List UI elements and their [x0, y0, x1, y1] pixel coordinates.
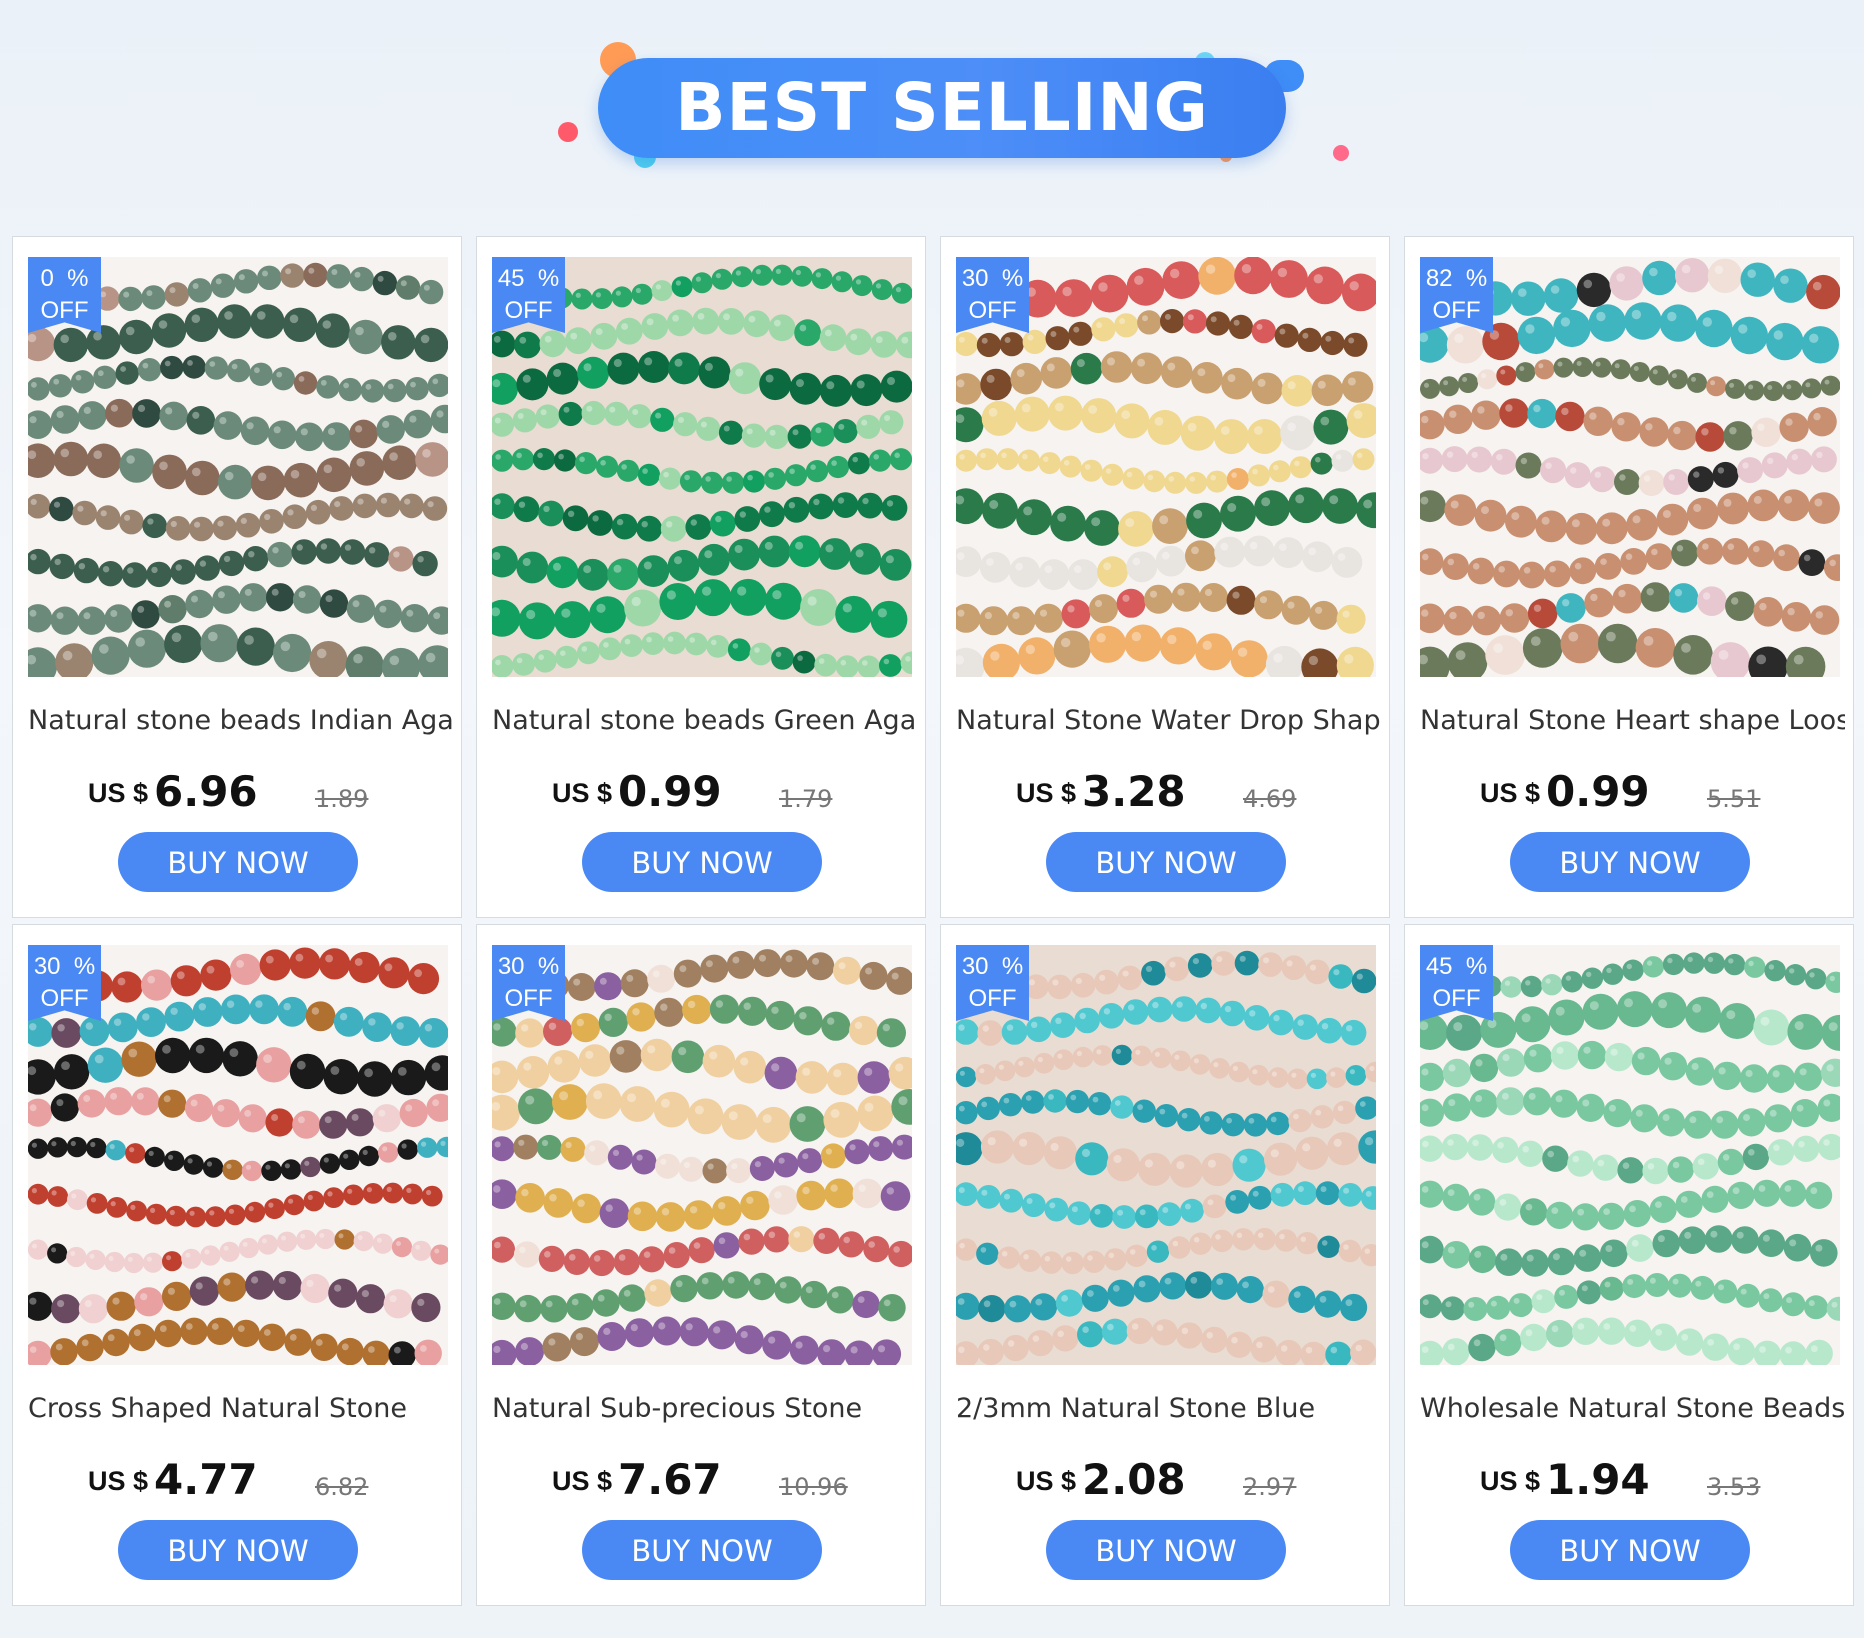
currency-label: US $	[88, 1466, 149, 1496]
product-price: US $0.99	[552, 767, 722, 827]
discount-off-label: OFF	[40, 297, 89, 324]
discount-badge: 82 % OFF	[1420, 257, 1493, 333]
currency-label: US $	[1016, 778, 1077, 808]
product-price: US $1.94	[1480, 1455, 1650, 1515]
buy-now-button[interactable]: BUY NOW	[1510, 832, 1750, 892]
product-title[interactable]: Cross Shaped Natural Stone	[28, 1393, 453, 1433]
product-card[interactable]: 82 % OFF Natural Stone Heart shape Loose…	[1404, 236, 1854, 918]
product-title[interactable]: 2/3mm Natural Stone Blue	[956, 1393, 1381, 1433]
product-price: US $4.77	[88, 1455, 258, 1515]
currency-label: US $	[552, 1466, 613, 1496]
discount-off-label: OFF	[1432, 985, 1481, 1012]
discount-off-label: OFF	[504, 297, 553, 324]
product-card[interactable]: 30 % OFF 2/3mm Natural Stone Blue US $2.…	[940, 924, 1390, 1606]
discount-badge: 30 % OFF	[956, 945, 1029, 1021]
discount-percent: 30 %	[961, 265, 1024, 292]
buy-now-button[interactable]: BUY NOW	[582, 832, 822, 892]
currency-label: US $	[88, 778, 149, 808]
discount-badge: 30 % OFF	[28, 945, 101, 1021]
discount-off-label: OFF	[504, 985, 553, 1012]
original-price: 3.53	[1707, 1473, 1761, 1501]
best-selling-banner: BEST SELLING	[0, 0, 1864, 230]
discount-percent: 30 %	[33, 953, 96, 980]
discount-badge: 0 % OFF	[28, 257, 101, 333]
price-value: 0.99	[618, 767, 722, 816]
discount-badge: 30 % OFF	[492, 945, 565, 1021]
discount-badge: 30 % OFF	[956, 257, 1029, 333]
buy-now-button[interactable]: BUY NOW	[582, 1520, 822, 1580]
price-value: 2.08	[1082, 1455, 1186, 1504]
banner-title: BEST SELLING	[675, 69, 1209, 146]
discount-percent: 30 %	[497, 953, 560, 980]
product-title[interactable]: Natural stone beads Indian Agat	[28, 705, 453, 745]
discount-off-label: OFF	[1432, 297, 1481, 324]
price-value: 3.28	[1082, 767, 1186, 816]
product-card[interactable]: 30 % OFF Natural Stone Water Drop Shape …	[940, 236, 1390, 918]
currency-label: US $	[1480, 1466, 1541, 1496]
product-price: US $6.96	[88, 767, 258, 827]
product-title[interactable]: Natural Sub-precious Stone	[492, 1393, 917, 1433]
product-price: US $2.08	[1016, 1455, 1186, 1515]
product-card[interactable]: 45 % OFF Wholesale Natural Stone Beads U…	[1404, 924, 1854, 1606]
product-price: US $0.99	[1480, 767, 1650, 827]
buy-now-button[interactable]: BUY NOW	[118, 832, 358, 892]
buy-now-button[interactable]: BUY NOW	[1510, 1520, 1750, 1580]
price-value: 1.94	[1546, 1455, 1650, 1504]
currency-label: US $	[1480, 778, 1541, 808]
discount-off-label: OFF	[968, 985, 1017, 1012]
currency-label: US $	[1016, 1466, 1077, 1496]
buy-now-button[interactable]: BUY NOW	[118, 1520, 358, 1580]
discount-off-label: OFF	[40, 985, 89, 1012]
original-price: 2.97	[1243, 1473, 1297, 1501]
product-card[interactable]: 30 % OFF Cross Shaped Natural Stone US $…	[12, 924, 462, 1606]
product-title[interactable]: Wholesale Natural Stone Beads	[1420, 1393, 1845, 1433]
product-price: US $7.67	[552, 1455, 722, 1515]
product-price: US $3.28	[1016, 767, 1186, 827]
buy-now-button[interactable]: BUY NOW	[1046, 832, 1286, 892]
original-price: 4.69	[1243, 785, 1297, 813]
price-value: 0.99	[1546, 767, 1650, 816]
original-price: 10.96	[779, 1473, 848, 1501]
price-value: 7.67	[618, 1455, 722, 1504]
price-value: 4.77	[154, 1455, 258, 1504]
original-price: 1.89	[315, 785, 369, 813]
discount-badge: 45 % OFF	[492, 257, 565, 333]
original-price: 1.79	[779, 785, 833, 813]
discount-percent: 0 %	[40, 265, 89, 292]
product-title[interactable]: Natural stone beads Green Agat	[492, 705, 917, 745]
buy-now-button[interactable]: BUY NOW	[1046, 1520, 1286, 1580]
product-title[interactable]: Natural Stone Water Drop Shape	[956, 705, 1381, 745]
product-card[interactable]: 30 % OFF Natural Sub-precious Stone US $…	[476, 924, 926, 1606]
discount-badge: 45 % OFF	[1420, 945, 1493, 1021]
product-card[interactable]: 45 % OFF Natural stone beads Green Agat …	[476, 236, 926, 918]
discount-off-label: OFF	[968, 297, 1017, 324]
discount-percent: 30 %	[961, 953, 1024, 980]
product-title[interactable]: Natural Stone Heart shape Loose	[1420, 705, 1845, 745]
original-price: 5.51	[1707, 785, 1761, 813]
original-price: 6.82	[315, 1473, 369, 1501]
discount-percent: 45 %	[1425, 953, 1488, 980]
discount-percent: 45 %	[497, 265, 560, 292]
product-card[interactable]: 0 % OFF Natural stone beads Indian Agat …	[12, 236, 462, 918]
price-value: 6.96	[154, 767, 258, 816]
currency-label: US $	[552, 778, 613, 808]
discount-percent: 82 %	[1425, 265, 1488, 292]
